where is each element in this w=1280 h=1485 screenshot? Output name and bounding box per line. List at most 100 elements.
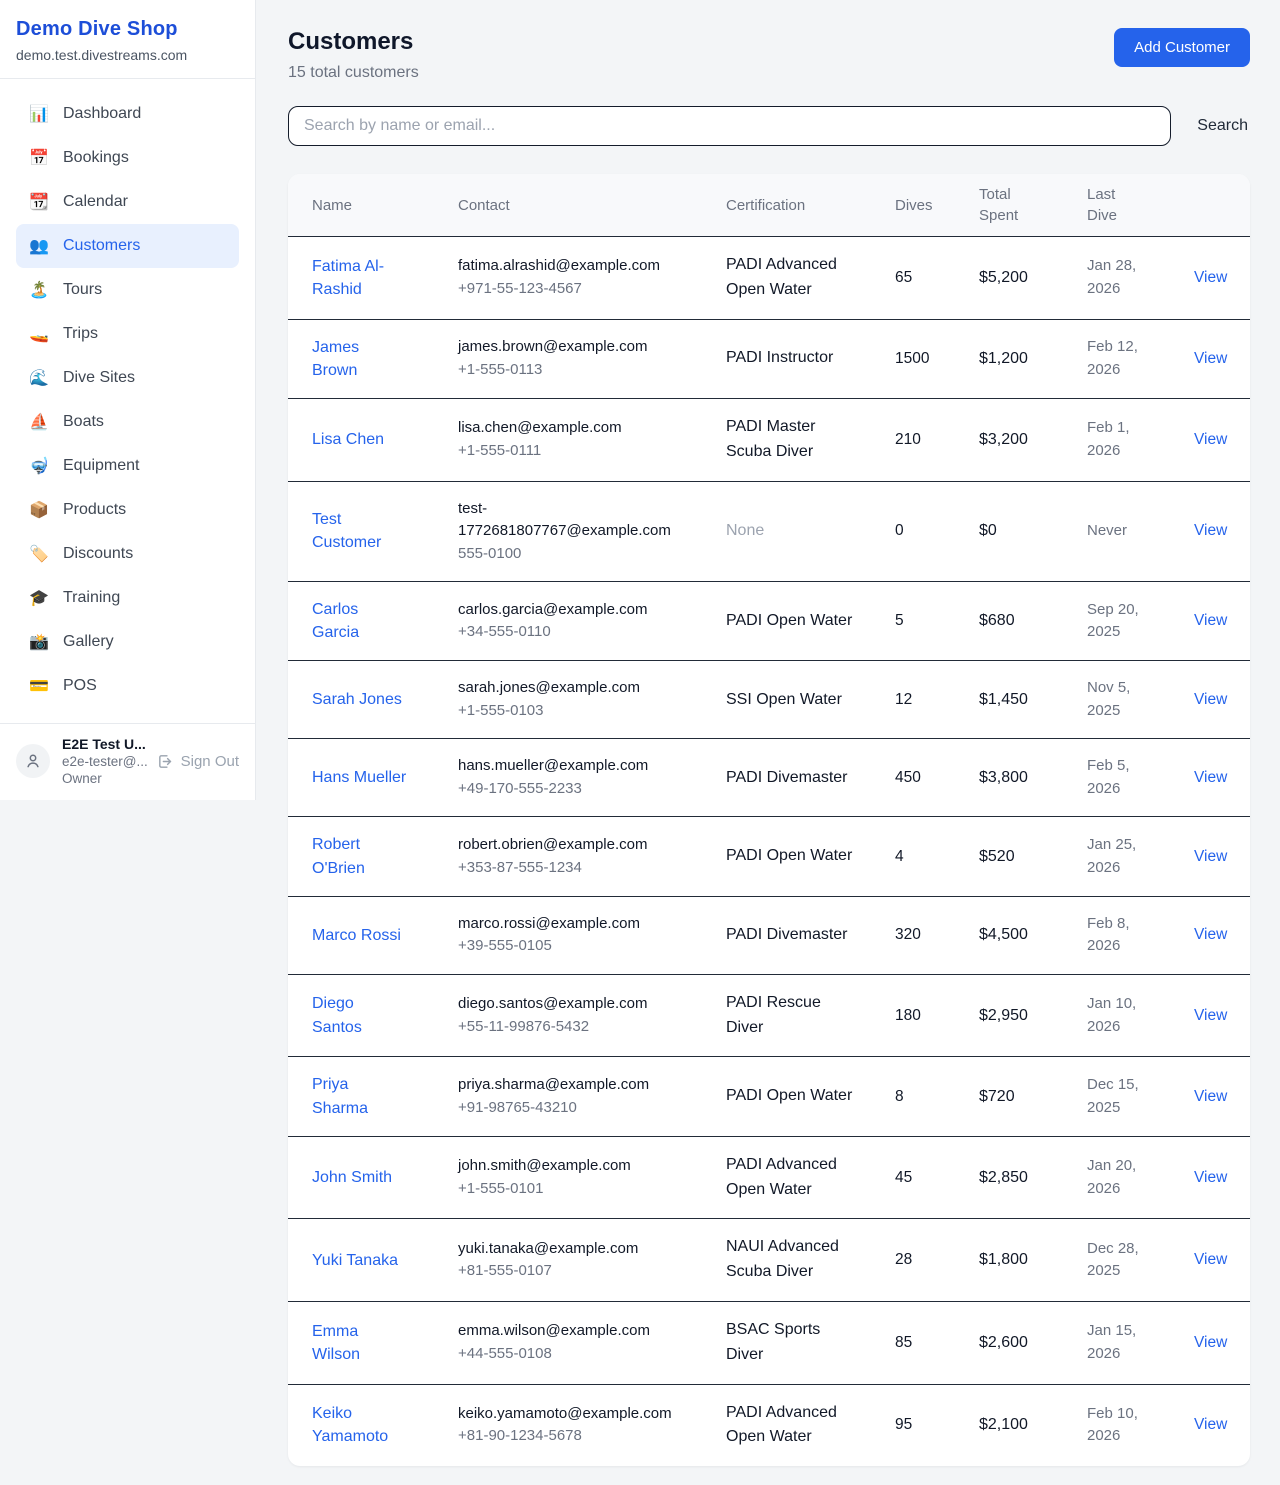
sidebar-item-gallery[interactable]: 📸 Gallery [16,620,239,664]
sidebar-item-bookings[interactable]: 📅 Bookings [16,136,239,180]
view-customer-link[interactable]: View [1194,848,1227,865]
customer-name-link[interactable]: James Brown [312,336,408,382]
customer-phone: +81-555-0107 [458,1260,686,1283]
user-name: E2E Test U... [62,736,148,752]
customers-table-card: NameContactCertificationDivesTotal Spent… [288,174,1250,1466]
customer-certification: BSAC Sports Diver [726,1318,854,1368]
customer-last-dive: Jan 10, 2026 [1087,974,1194,1057]
sign-out-label: Sign Out [181,753,239,770]
customer-name-link[interactable]: Fatima Al-Rashid [312,255,408,301]
sidebar-item-calendar[interactable]: 📆 Calendar [16,180,239,224]
sidebar-item-label: Training [63,589,120,607]
customer-last-dive: Dec 15, 2025 [1087,1057,1194,1136]
sidebar-item-dive-sites[interactable]: 🌊 Dive Sites [16,356,239,400]
customer-name-link[interactable]: Sarah Jones [312,688,402,711]
customer-email: diego.santos@example.com [458,993,686,1016]
sidebar-item-customers[interactable]: 👥 Customers [16,224,239,268]
sign-out-button[interactable]: Sign Out [157,753,239,770]
view-customer-link[interactable]: View [1194,431,1227,448]
customer-email: yuki.tanaka@example.com [458,1238,686,1261]
customer-name-link[interactable]: Carlos Garcia [312,598,408,644]
sidebar-item-trips[interactable]: 🚤 Trips [16,312,239,356]
customer-total-spent: $520 [979,817,1087,896]
sidebar-item-discounts[interactable]: 🏷️ Discounts [16,532,239,576]
customer-email: fatima.alrashid@example.com [458,255,686,278]
customer-phone: 555-0100 [458,543,686,566]
customer-dives: 95 [895,1384,979,1466]
view-customer-link[interactable]: View [1194,350,1227,367]
customer-certification: PADI Advanced Open Water [726,253,854,303]
add-customer-button[interactable]: Add Customer [1114,28,1250,67]
view-customer-link[interactable]: View [1194,1169,1227,1186]
sailboat-icon: ⛵ [28,412,50,432]
customer-total-spent: $3,200 [979,398,1087,481]
customer-phone: +91-98765-43210 [458,1097,686,1120]
customer-total-spent: $4,500 [979,896,1087,974]
customer-phone: +1-555-0101 [458,1178,686,1201]
page: Demo Dive Shop demo.test.divestreams.com… [0,0,1280,1485]
table-row: Robert O'Brien robert.obrien@example.com… [288,817,1250,896]
customer-name-link[interactable]: Lisa Chen [312,428,384,451]
sidebar-item-boats[interactable]: ⛵ Boats [16,400,239,444]
customer-name-link[interactable]: Emma Wilson [312,1320,408,1366]
camera-flash-icon: 📸 [28,632,50,652]
customer-name-link[interactable]: Yuki Tanaka [312,1249,398,1272]
sidebar-item-dashboard[interactable]: 📊 Dashboard [16,92,239,136]
customer-name-link[interactable]: Priya Sharma [312,1073,408,1119]
sidebar-item-label: Trips [63,325,98,343]
customer-name-link[interactable]: Test Customer [312,508,408,554]
user-avatar-icon [24,752,42,770]
view-customer-link[interactable]: View [1194,926,1227,943]
customer-name-link[interactable]: Keiko Yamamoto [312,1402,408,1448]
shop-name: Demo Dive Shop [16,18,239,41]
search-button[interactable]: Search [1195,109,1250,143]
table-row: Diego Santos diego.santos@example.com +5… [288,974,1250,1057]
customer-certification: PADI Rescue Diver [726,991,854,1041]
view-customer-link[interactable]: View [1194,612,1227,629]
customer-email: keiko.yamamoto@example.com [458,1403,686,1426]
customer-email: hans.mueller@example.com [458,755,686,778]
customer-email: test-1772681807767@example.com [458,498,686,543]
view-customer-link[interactable]: View [1194,691,1227,708]
sidebar-item-equipment[interactable]: 🤿 Equipment [16,444,239,488]
sidebar-item-products[interactable]: 📦 Products [16,488,239,532]
customer-certification: NAUI Advanced Scuba Diver [726,1235,854,1285]
search-input[interactable] [288,106,1171,146]
sidebar-item-label: POS [63,677,97,695]
sign-out-icon [157,753,174,770]
customer-certification: SSI Open Water [726,688,842,713]
view-customer-link[interactable]: View [1194,769,1227,786]
sidebar-nav: 📊 Dashboard 📅 Bookings 📆 Calendar 👥 Cust… [0,79,255,708]
view-customer-link[interactable]: View [1194,1416,1227,1433]
customer-email: carlos.garcia@example.com [458,599,686,622]
sidebar-header: Demo Dive Shop demo.test.divestreams.com [0,0,255,79]
customer-name-link[interactable]: Marco Rossi [312,924,401,947]
sidebar-item-label: Products [63,501,126,519]
view-customer-link[interactable]: View [1194,1334,1227,1351]
view-customer-link[interactable]: View [1194,269,1227,286]
customer-dives: 210 [895,398,979,481]
sidebar-item-training[interactable]: 🎓 Training [16,576,239,620]
customer-name-link[interactable]: Robert O'Brien [312,833,408,879]
sidebar-item-tours[interactable]: 🏝️ Tours [16,268,239,312]
table-row: Fatima Al-Rashid fatima.alrashid@example… [288,237,1250,320]
customer-total-spent: $1,200 [979,319,1087,398]
view-customer-link[interactable]: View [1194,1251,1227,1268]
sidebar-item-pos[interactable]: 💳 POS [16,664,239,708]
column-header-certification: Certification [726,174,895,237]
customers-table: NameContactCertificationDivesTotal Spent… [288,174,1250,1466]
table-row: Sarah Jones sarah.jones@example.com +1-5… [288,661,1250,739]
customer-phone: +39-555-0105 [458,935,686,958]
calendar-icon: 📅 [28,148,50,168]
customer-name-link[interactable]: Hans Mueller [312,766,406,789]
customer-last-dive: Sep 20, 2025 [1087,582,1194,661]
view-customer-link[interactable]: View [1194,1088,1227,1105]
view-customer-link[interactable]: View [1194,522,1227,539]
customer-last-dive: Jan 15, 2026 [1087,1301,1194,1384]
customer-email: john.smith@example.com [458,1155,686,1178]
customer-name-link[interactable]: Diego Santos [312,992,408,1038]
customer-name-link[interactable]: John Smith [312,1166,392,1189]
customer-phone: +44-555-0108 [458,1343,686,1366]
customer-certification: PADI Open Water [726,1084,852,1109]
view-customer-link[interactable]: View [1194,1007,1227,1024]
